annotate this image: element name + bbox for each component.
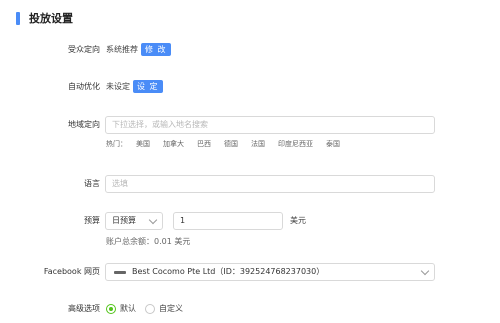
budget-label: 预算 xyxy=(84,216,100,225)
hot-item-canada[interactable]: 加拿大 xyxy=(163,139,184,149)
language-input[interactable]: 选填 xyxy=(105,175,435,193)
chevron-down-icon xyxy=(148,215,158,225)
budget-amount-input[interactable]: 1 xyxy=(173,212,283,230)
budget-type-select[interactable]: 日预算 xyxy=(105,212,163,230)
auto-opt-set-button[interactable]: 设 定 xyxy=(133,80,163,93)
region-placeholder: 下拉选择，或输入地名搜索 xyxy=(112,120,208,129)
region-hot-list: 热门： 美国 加拿大 巴西 德国 法国 印度尼西亚 泰国 xyxy=(106,139,353,149)
budget-type-value: 日预算 xyxy=(112,216,136,225)
budget-amount-value: 1 xyxy=(180,216,186,225)
radio-custom[interactable] xyxy=(145,304,155,314)
hot-item-france[interactable]: 法国 xyxy=(251,139,265,149)
auto-opt-label: 自动优化 xyxy=(68,82,100,91)
facebook-page-value: Best Cocomo Pte Ltd（ID：392524768237030） xyxy=(132,267,325,276)
account-balance: 账户总余额：0.01 美元 xyxy=(106,237,191,246)
radio-custom-label[interactable]: 自定义 xyxy=(159,303,183,315)
hot-item-usa[interactable]: 美国 xyxy=(136,139,150,149)
page-logo-icon xyxy=(114,271,126,274)
language-label: 语言 xyxy=(84,179,100,188)
chevron-down-icon xyxy=(420,266,430,276)
region-search-input[interactable]: 下拉选择，或输入地名搜索 xyxy=(105,116,435,134)
hot-label: 热门： xyxy=(106,140,127,148)
region-label: 地域定向 xyxy=(68,120,100,129)
section-accent-bar xyxy=(16,12,20,25)
hot-item-thailand[interactable]: 泰国 xyxy=(326,139,340,149)
section-title: 投放设置 xyxy=(29,12,73,25)
audience-modify-button[interactable]: 修 改 xyxy=(141,43,171,56)
facebook-page-label: Facebook 网页 xyxy=(43,267,100,276)
hot-item-indonesia[interactable]: 印度尼西亚 xyxy=(278,139,313,149)
audience-label: 受众定向 xyxy=(68,45,100,54)
audience-value: 系统推荐 xyxy=(106,45,138,54)
hot-item-germany[interactable]: 德国 xyxy=(224,139,238,149)
advanced-label: 高级选项 xyxy=(68,304,100,313)
language-placeholder: 选填 xyxy=(112,179,128,188)
auto-opt-value: 未设定 xyxy=(106,82,130,91)
budget-unit: 美元 xyxy=(290,216,306,225)
radio-default[interactable] xyxy=(106,304,116,314)
radio-default-label[interactable]: 默认 xyxy=(120,303,136,315)
hot-item-brazil[interactable]: 巴西 xyxy=(197,139,211,149)
facebook-page-select[interactable]: Best Cocomo Pte Ltd（ID：392524768237030） xyxy=(105,263,435,281)
